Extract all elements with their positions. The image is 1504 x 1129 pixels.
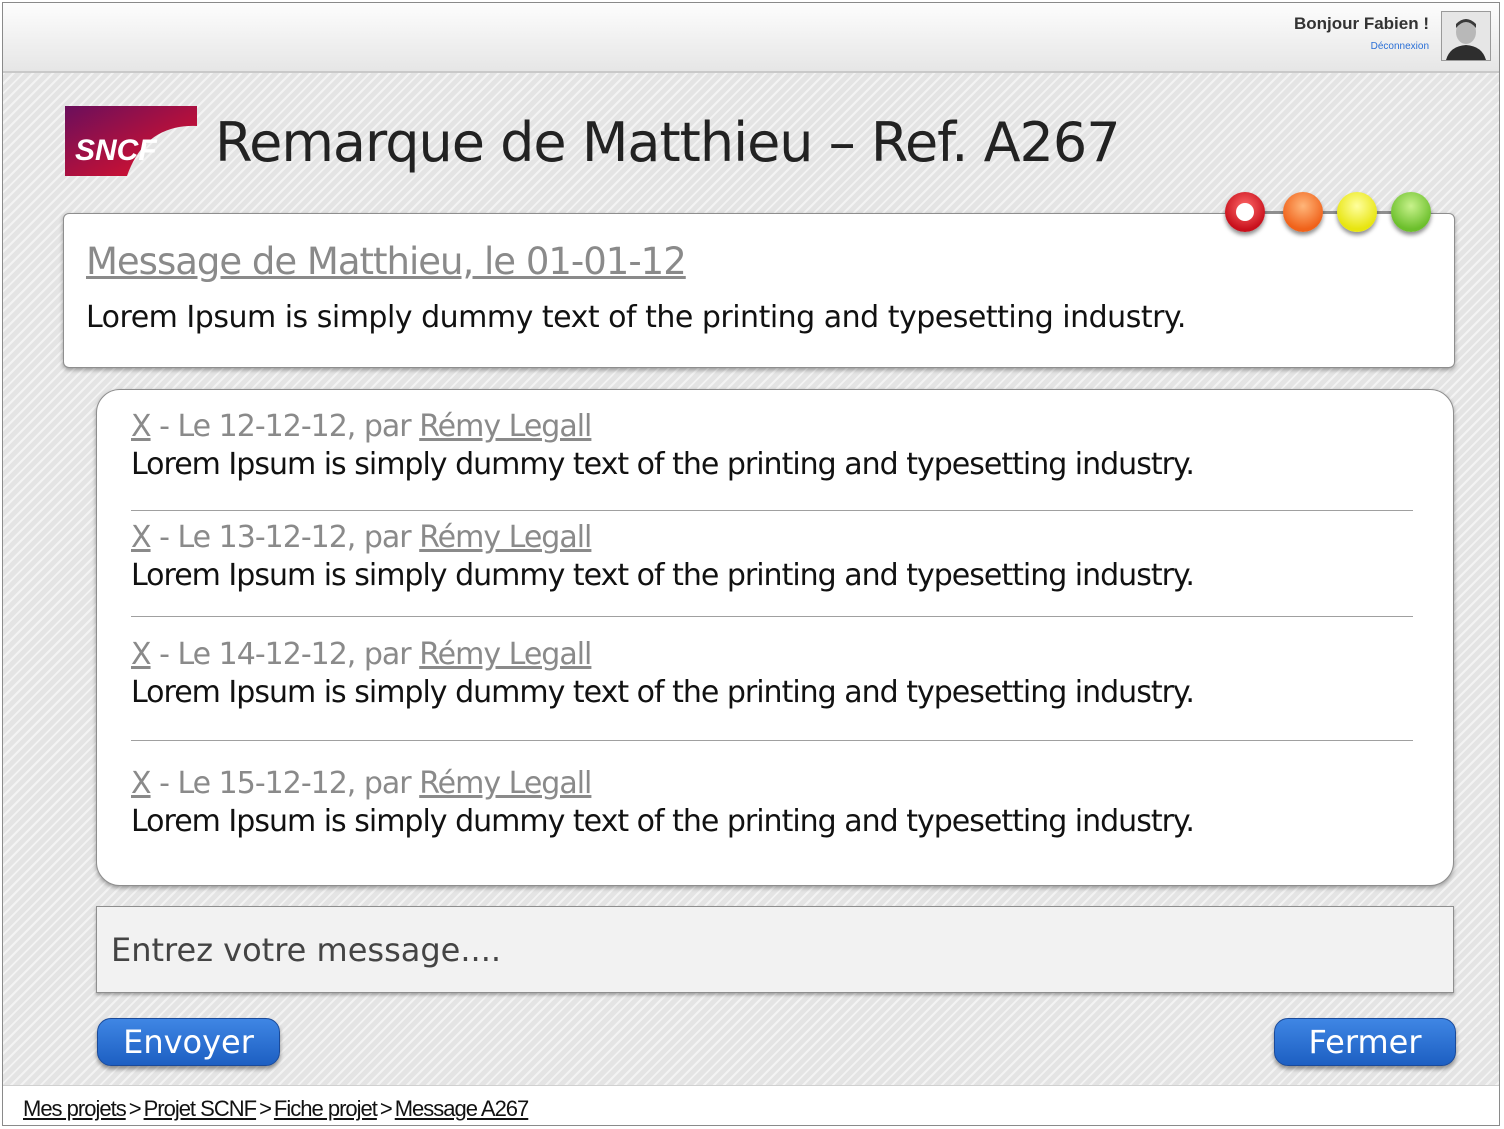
status-green-button[interactable] <box>1391 192 1431 232</box>
user-photo-icon <box>1442 12 1490 60</box>
user-greeting: Bonjour Fabien ! <box>1293 14 1429 33</box>
breadcrumb-separator: > <box>259 1096 272 1121</box>
sncf-logo: SNCF <box>65 106 197 176</box>
comment-divider <box>131 510 1413 511</box>
status-orange-button[interactable] <box>1283 192 1323 232</box>
footer: Mes projets > Projet SCNF > Fiche projet > Mes… <box>3 1085 1499 1125</box>
close-button[interactable]: Fermer <box>1274 1018 1456 1066</box>
comment-item: X - Le 14-12-12, par Rémy Legall Lorem I… <box>131 636 1413 712</box>
breadcrumb: Mes projets > Projet SCNF > Fiche projet > Mes… <box>23 1096 530 1122</box>
comment-divider <box>131 740 1413 741</box>
comment-author-link[interactable]: Rémy Legall <box>419 520 592 555</box>
delete-comment-link[interactable]: X <box>131 520 152 555</box>
breadcrumb-item-message[interactable]: Message A267 <box>395 1096 530 1121</box>
svg-text:SNCF: SNCF <box>75 134 157 167</box>
selected-indicator-icon <box>1236 203 1254 221</box>
comment-text: Lorem Ipsum is simply dummy text of the … <box>131 447 1195 482</box>
comment-date: - Le 15-12-12, par <box>150 766 420 801</box>
comment-date: - Le 12-12-12, par <box>150 409 420 444</box>
breadcrumb-item-projects[interactable]: Mes projets <box>23 1096 127 1121</box>
comment-date: - Le 13-12-12, par <box>150 520 420 555</box>
comment-date: - Le 14-12-12, par <box>150 637 420 672</box>
page-title: Remarque de Matthieu – Ref. A267 <box>215 111 1121 174</box>
logout-link[interactable]: Déconnexion <box>1371 41 1429 52</box>
breadcrumb-separator: > <box>379 1096 393 1121</box>
comment-meta: X - Le 13-12-12, par Rémy Legall <box>131 519 1413 557</box>
delete-comment-link[interactable]: X <box>131 637 152 672</box>
main-message-card: Message de Matthieu, le 01-01-12 Lorem I… <box>63 213 1455 368</box>
comment-item: X - Le 13-12-12, par Rémy Legall Lorem I… <box>131 519 1413 595</box>
delete-comment-link[interactable]: X <box>131 409 152 444</box>
comment-author-link[interactable]: Rémy Legall <box>419 766 592 801</box>
main-message-header[interactable]: Message de Matthieu, le 01-01-12 <box>86 240 687 283</box>
comment-text: Lorem Ipsum is simply dummy text of the … <box>131 558 1195 593</box>
top-bar: Bonjour Fabien ! Déconnexion <box>3 3 1499 73</box>
main-message-body: Lorem Ipsum is simply dummy text of the … <box>86 300 1186 335</box>
comment-meta: X - Le 14-12-12, par Rémy Legall <box>131 636 1413 674</box>
comment-item: X - Le 15-12-12, par Rémy Legall Lorem I… <box>131 765 1413 841</box>
status-red-button[interactable] <box>1225 192 1265 232</box>
delete-comment-link[interactable]: X <box>131 766 152 801</box>
comment-text: Lorem Ipsum is simply dummy text of the … <box>131 675 1195 710</box>
send-button[interactable]: Envoyer <box>97 1018 280 1066</box>
message-input[interactable] <box>96 906 1454 993</box>
comment-item: X - Le 12-12-12, par Rémy Legall Lorem I… <box>131 408 1413 484</box>
comment-author-link[interactable]: Rémy Legall <box>419 409 592 444</box>
comment-text: Lorem Ipsum is simply dummy text of the … <box>131 804 1195 839</box>
comment-meta: X - Le 12-12-12, par Rémy Legall <box>131 408 1413 446</box>
comment-author-link[interactable]: Rémy Legall <box>419 637 592 672</box>
breadcrumb-item-project[interactable]: Projet SCNF <box>144 1096 257 1121</box>
avatar[interactable] <box>1441 11 1491 61</box>
app-window: Bonjour Fabien ! Déconnexion SNCF Remarq… <box>2 2 1500 1126</box>
comment-divider <box>131 616 1413 617</box>
breadcrumb-item-project-sheet[interactable]: Fiche projet <box>274 1096 378 1121</box>
breadcrumb-separator: > <box>128 1096 142 1121</box>
comments-panel: X - Le 12-12-12, par Rémy Legall Lorem I… <box>96 389 1454 886</box>
status-yellow-button[interactable] <box>1337 192 1377 232</box>
comment-meta: X - Le 15-12-12, par Rémy Legall <box>131 765 1413 803</box>
